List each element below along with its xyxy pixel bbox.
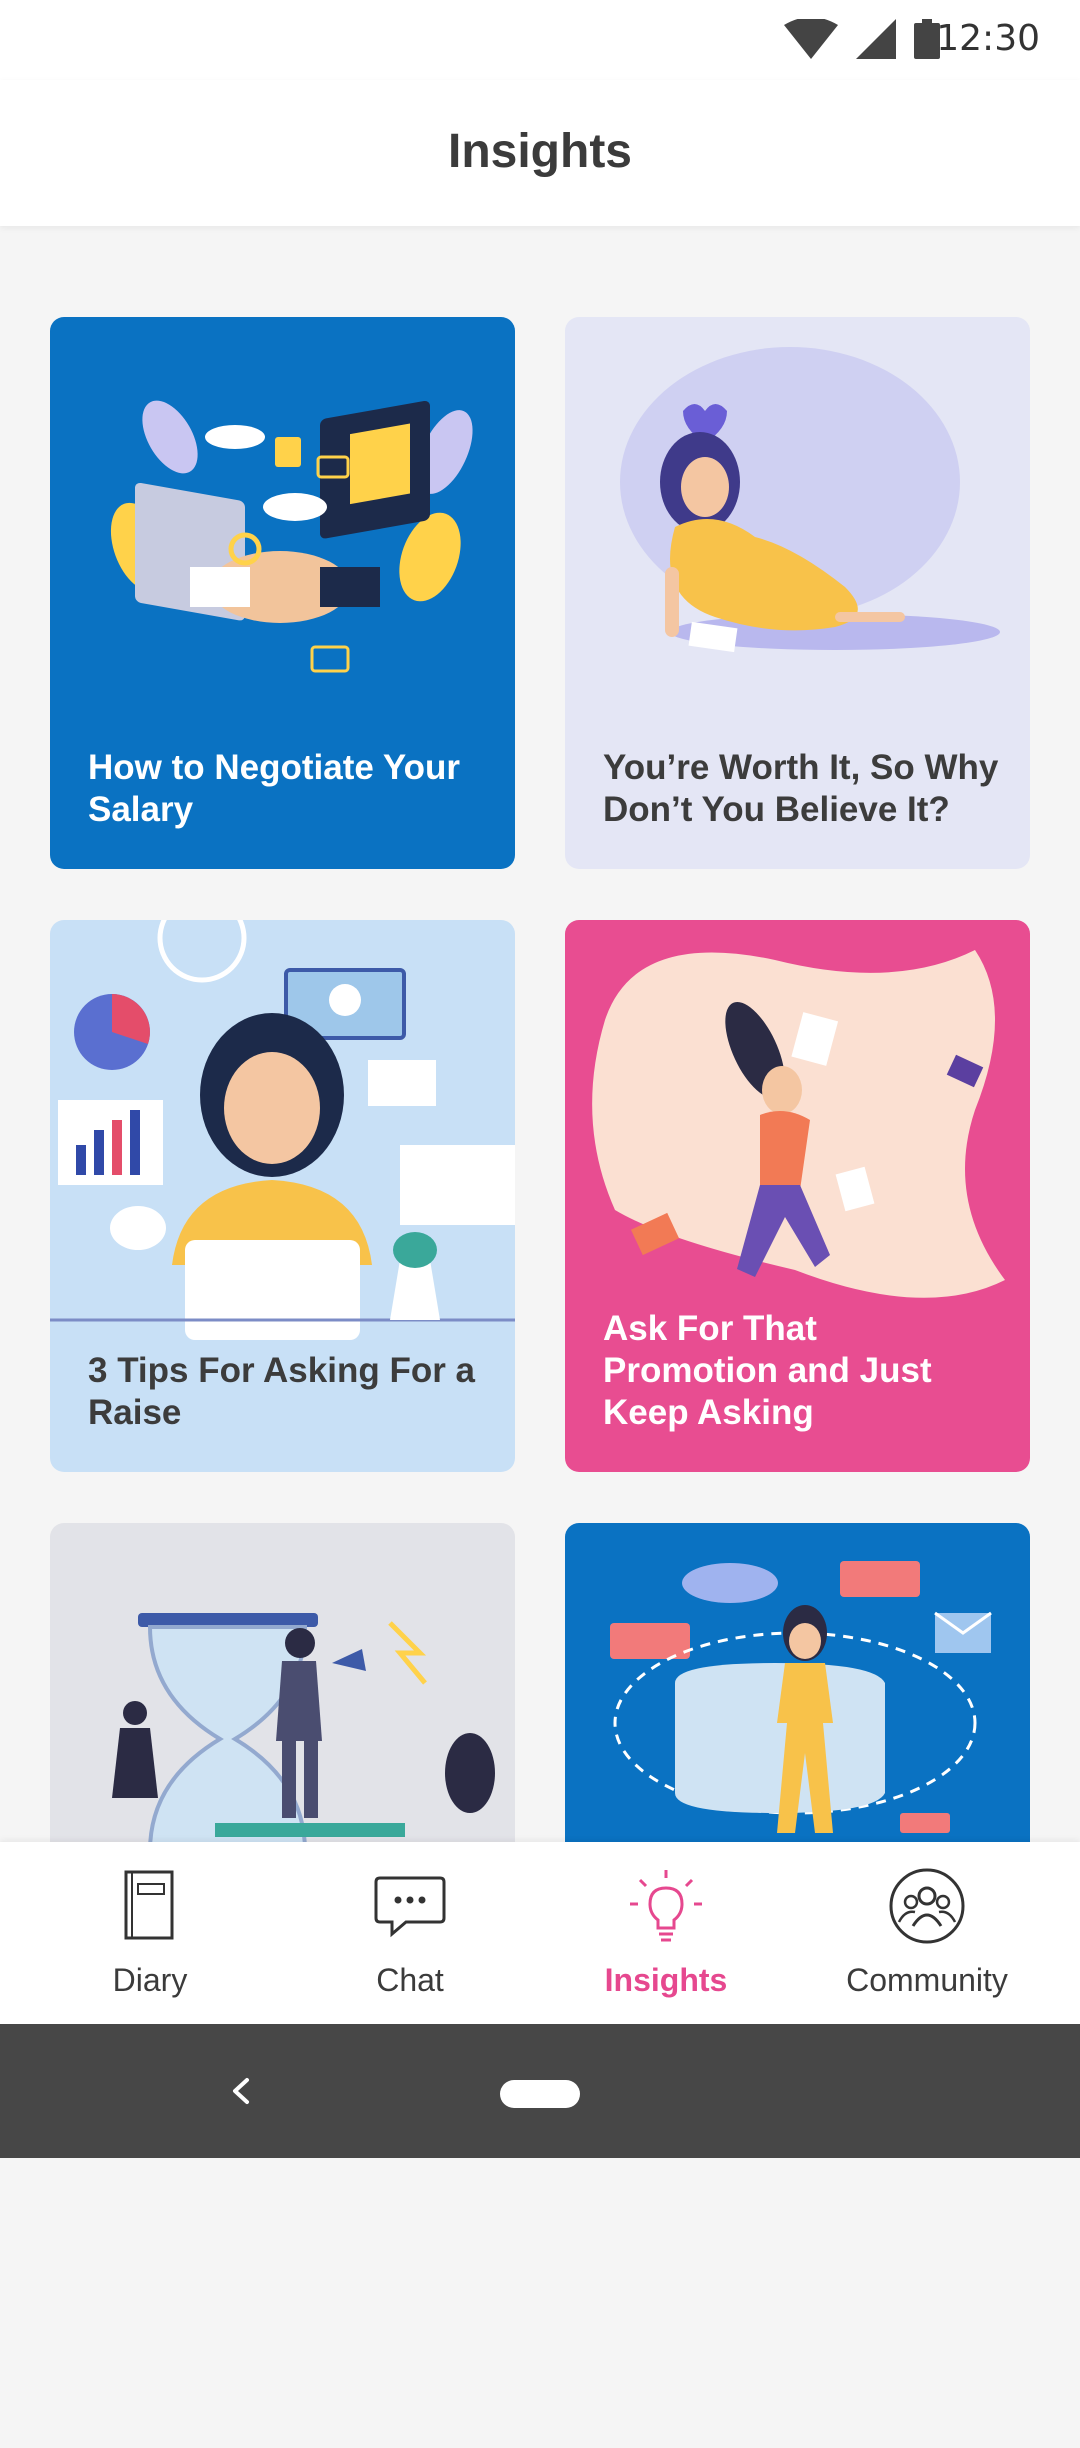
status-icons <box>784 14 940 64</box>
insight-card[interactable] <box>50 1523 515 1842</box>
nav-label: Insights <box>604 1962 728 1998</box>
nav-item-chat[interactable]: Chat <box>275 1842 545 2024</box>
nav-label: Community <box>846 1962 1008 1998</box>
insight-card[interactable]: How to Negotiate Your Salary <box>50 317 515 869</box>
insight-card[interactable]: 3 Tips For Asking For a Raise <box>50 920 515 1472</box>
community-icon <box>889 1868 965 1944</box>
chat-icon <box>374 1876 446 1938</box>
back-icon[interactable] <box>225 2066 255 2116</box>
nav-label: Diary <box>112 1962 188 1998</box>
bottom-nav: Diary Chat Insights Community <box>0 1842 1080 2024</box>
home-button[interactable] <box>500 2080 580 2108</box>
chat-bubbles-woman-illustration <box>610 1561 992 1833</box>
empty-area <box>0 2158 1080 2448</box>
lightbulb-icon <box>630 1870 702 1942</box>
insight-card[interactable]: Ask For That Promotion and Just Keep Ask… <box>565 920 1030 1472</box>
insight-card[interactable] <box>565 1523 1030 1842</box>
diary-icon <box>124 1870 174 1940</box>
hourglass-team-illustration <box>112 1613 495 1842</box>
insight-card[interactable]: You’re Worth It, So Why Don’t You Believ… <box>565 317 1030 869</box>
status-time: 12:30 <box>936 18 1040 59</box>
insights-grid: How to Negotiate Your Salary You’re Wort… <box>0 226 1080 1842</box>
nav-item-diary[interactable]: Diary <box>15 1842 285 2024</box>
card-title: Ask For That Promotion and Just Keep Ask… <box>603 1309 932 1432</box>
nav-label: Chat <box>376 1962 444 1998</box>
status-bar: 12:30 <box>0 0 1080 80</box>
wifi-icon <box>784 19 838 59</box>
nav-item-community[interactable]: Community <box>792 1842 1062 2024</box>
card-title: You’re Worth It, So Why Don’t You Believ… <box>603 748 999 829</box>
card-title: How to Negotiate Your Salary <box>88 748 461 829</box>
page-title: Insights <box>447 125 632 178</box>
signal-icon <box>856 19 896 59</box>
nav-item-insights[interactable]: Insights <box>531 1842 801 2024</box>
card-title: 3 Tips For Asking For a Raise <box>88 1351 476 1432</box>
app-bar: Insights <box>0 80 1080 226</box>
system-nav-bar <box>0 2024 1080 2158</box>
